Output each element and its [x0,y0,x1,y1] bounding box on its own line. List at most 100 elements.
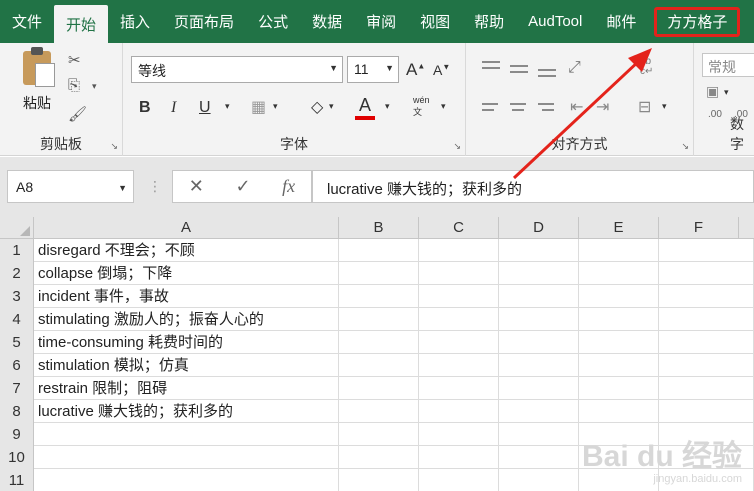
formula-input[interactable]: lucrative 赚大钱的；获利多的 [312,170,754,203]
cell-a1[interactable]: disregard 不理会；不顾 [34,239,339,262]
tab-audtool[interactable]: AudTool [516,0,594,43]
fill-color-dropdown-icon[interactable]: ▾ [329,101,334,112]
underline-dropdown-icon[interactable]: ▾ [225,101,230,112]
merge-center-icon[interactable]: ⊟ [638,97,651,117]
cell-c4[interactable] [419,308,499,331]
row-header[interactable]: 9 [0,423,34,446]
paste-button[interactable]: 粘贴 [14,47,60,119]
cell-d10[interactable] [499,446,579,469]
cell-a3[interactable]: incident 事件，事故 [34,285,339,308]
tab-review[interactable]: 审阅 [354,0,408,43]
tab-help[interactable]: 帮助 [462,0,516,43]
cell-f1[interactable] [659,239,754,262]
column-header-c[interactable]: C [419,217,499,239]
cell-a2[interactable]: collapse 倒塌；下降 [34,262,339,285]
cell-c6[interactable] [419,354,499,377]
cell-d1[interactable] [499,239,579,262]
cancel-icon[interactable]: ✕ [189,176,204,197]
cell-a7[interactable]: restrain 限制；阻碍 [34,377,339,400]
middle-align-icon[interactable] [510,65,528,67]
increase-indent-icon[interactable]: ⇥ [596,97,609,117]
row-header[interactable]: 6 [0,354,34,377]
cell-b11[interactable] [339,469,419,491]
tab-fangfang-gezi[interactable]: 方方格子 [654,6,741,37]
clipboard-launcher-icon[interactable]: ↘ [110,141,118,152]
wrap-text-icon[interactable]: ab c↵ [640,57,653,77]
row-header[interactable]: 7 [0,377,34,400]
number-format-select[interactable]: 常规 [702,53,754,77]
column-header-e[interactable]: E [579,217,659,239]
cell-d6[interactable] [499,354,579,377]
font-name-select[interactable]: 等线 ▼ [131,56,343,83]
cell-b5[interactable] [339,331,419,354]
cell-c9[interactable] [419,423,499,446]
copy-dropdown-icon[interactable]: ▾ [92,81,97,92]
row-header[interactable]: 8 [0,400,34,423]
underline-button[interactable]: U [199,99,211,117]
cell-a11[interactable] [34,469,339,491]
cell-a4[interactable]: stimulating 激励人的；振奋人心的 [34,308,339,331]
cell-d9[interactable] [499,423,579,446]
cell-f2[interactable] [659,262,754,285]
cell-c7[interactable] [419,377,499,400]
cell-b10[interactable] [339,446,419,469]
cell-b7[interactable] [339,377,419,400]
cell-e5[interactable] [579,331,659,354]
font-size-select[interactable]: 11 ▼ [347,56,399,83]
cell-e4[interactable] [579,308,659,331]
italic-button[interactable]: I [171,99,176,117]
cell-a5[interactable]: time-consuming 耗费时间的 [34,331,339,354]
cell-c5[interactable] [419,331,499,354]
tab-data[interactable]: 数据 [300,0,354,43]
cell-c1[interactable] [419,239,499,262]
tab-insert[interactable]: 插入 [108,0,162,43]
cell-b6[interactable] [339,354,419,377]
cell-b9[interactable] [339,423,419,446]
decrease-indent-icon[interactable]: ⇤ [570,97,583,117]
tab-view[interactable]: 视图 [408,0,462,43]
cell-f4[interactable] [659,308,754,331]
tab-formulas[interactable]: 公式 [246,0,300,43]
decrease-decimal-icon[interactable]: .00 [708,109,722,120]
cell-d4[interactable] [499,308,579,331]
row-header[interactable]: 3 [0,285,34,308]
cell-c8[interactable] [419,400,499,423]
cell-a10[interactable] [34,446,339,469]
row-header[interactable]: 1 [0,239,34,262]
font-launcher-icon[interactable]: ↘ [453,141,461,152]
merge-dropdown-icon[interactable]: ▾ [662,101,667,112]
tab-page-layout[interactable]: 页面布局 [162,0,246,43]
column-header-a[interactable]: A [34,217,339,239]
bottom-align-icon[interactable] [538,69,556,71]
orientation-icon[interactable]: ⤢ [568,59,581,77]
cell-f7[interactable] [659,377,754,400]
row-header[interactable]: 10 [0,446,34,469]
insert-function-icon[interactable]: fx [282,176,295,197]
cell-f5[interactable] [659,331,754,354]
cell-b2[interactable] [339,262,419,285]
cell-d3[interactable] [499,285,579,308]
select-all-button[interactable] [0,217,34,239]
cell-b4[interactable] [339,308,419,331]
top-align-icon[interactable] [482,61,500,63]
cell-a8[interactable]: lucrative 赚大钱的；获利多的 [34,400,339,423]
align-left-icon[interactable] [482,103,498,105]
cell-b1[interactable] [339,239,419,262]
cell-d5[interactable] [499,331,579,354]
cell-e7[interactable] [579,377,659,400]
cell-d2[interactable] [499,262,579,285]
grow-font-icon[interactable]: A▲ [406,60,425,80]
bold-button[interactable]: B [139,99,151,117]
row-header[interactable]: 2 [0,262,34,285]
cell-b3[interactable] [339,285,419,308]
cell-f6[interactable] [659,354,754,377]
cell-a6[interactable]: stimulation 模拟；仿真 [34,354,339,377]
cell-d11[interactable] [499,469,579,491]
tab-home[interactable]: 开始 [54,5,109,43]
cell-c3[interactable] [419,285,499,308]
currency-dropdown-icon[interactable]: ▾ [724,87,729,98]
cell-e8[interactable] [579,400,659,423]
align-right-icon[interactable] [538,103,554,105]
cell-e6[interactable] [579,354,659,377]
phonetic-dropdown-icon[interactable]: ▾ [441,101,446,112]
